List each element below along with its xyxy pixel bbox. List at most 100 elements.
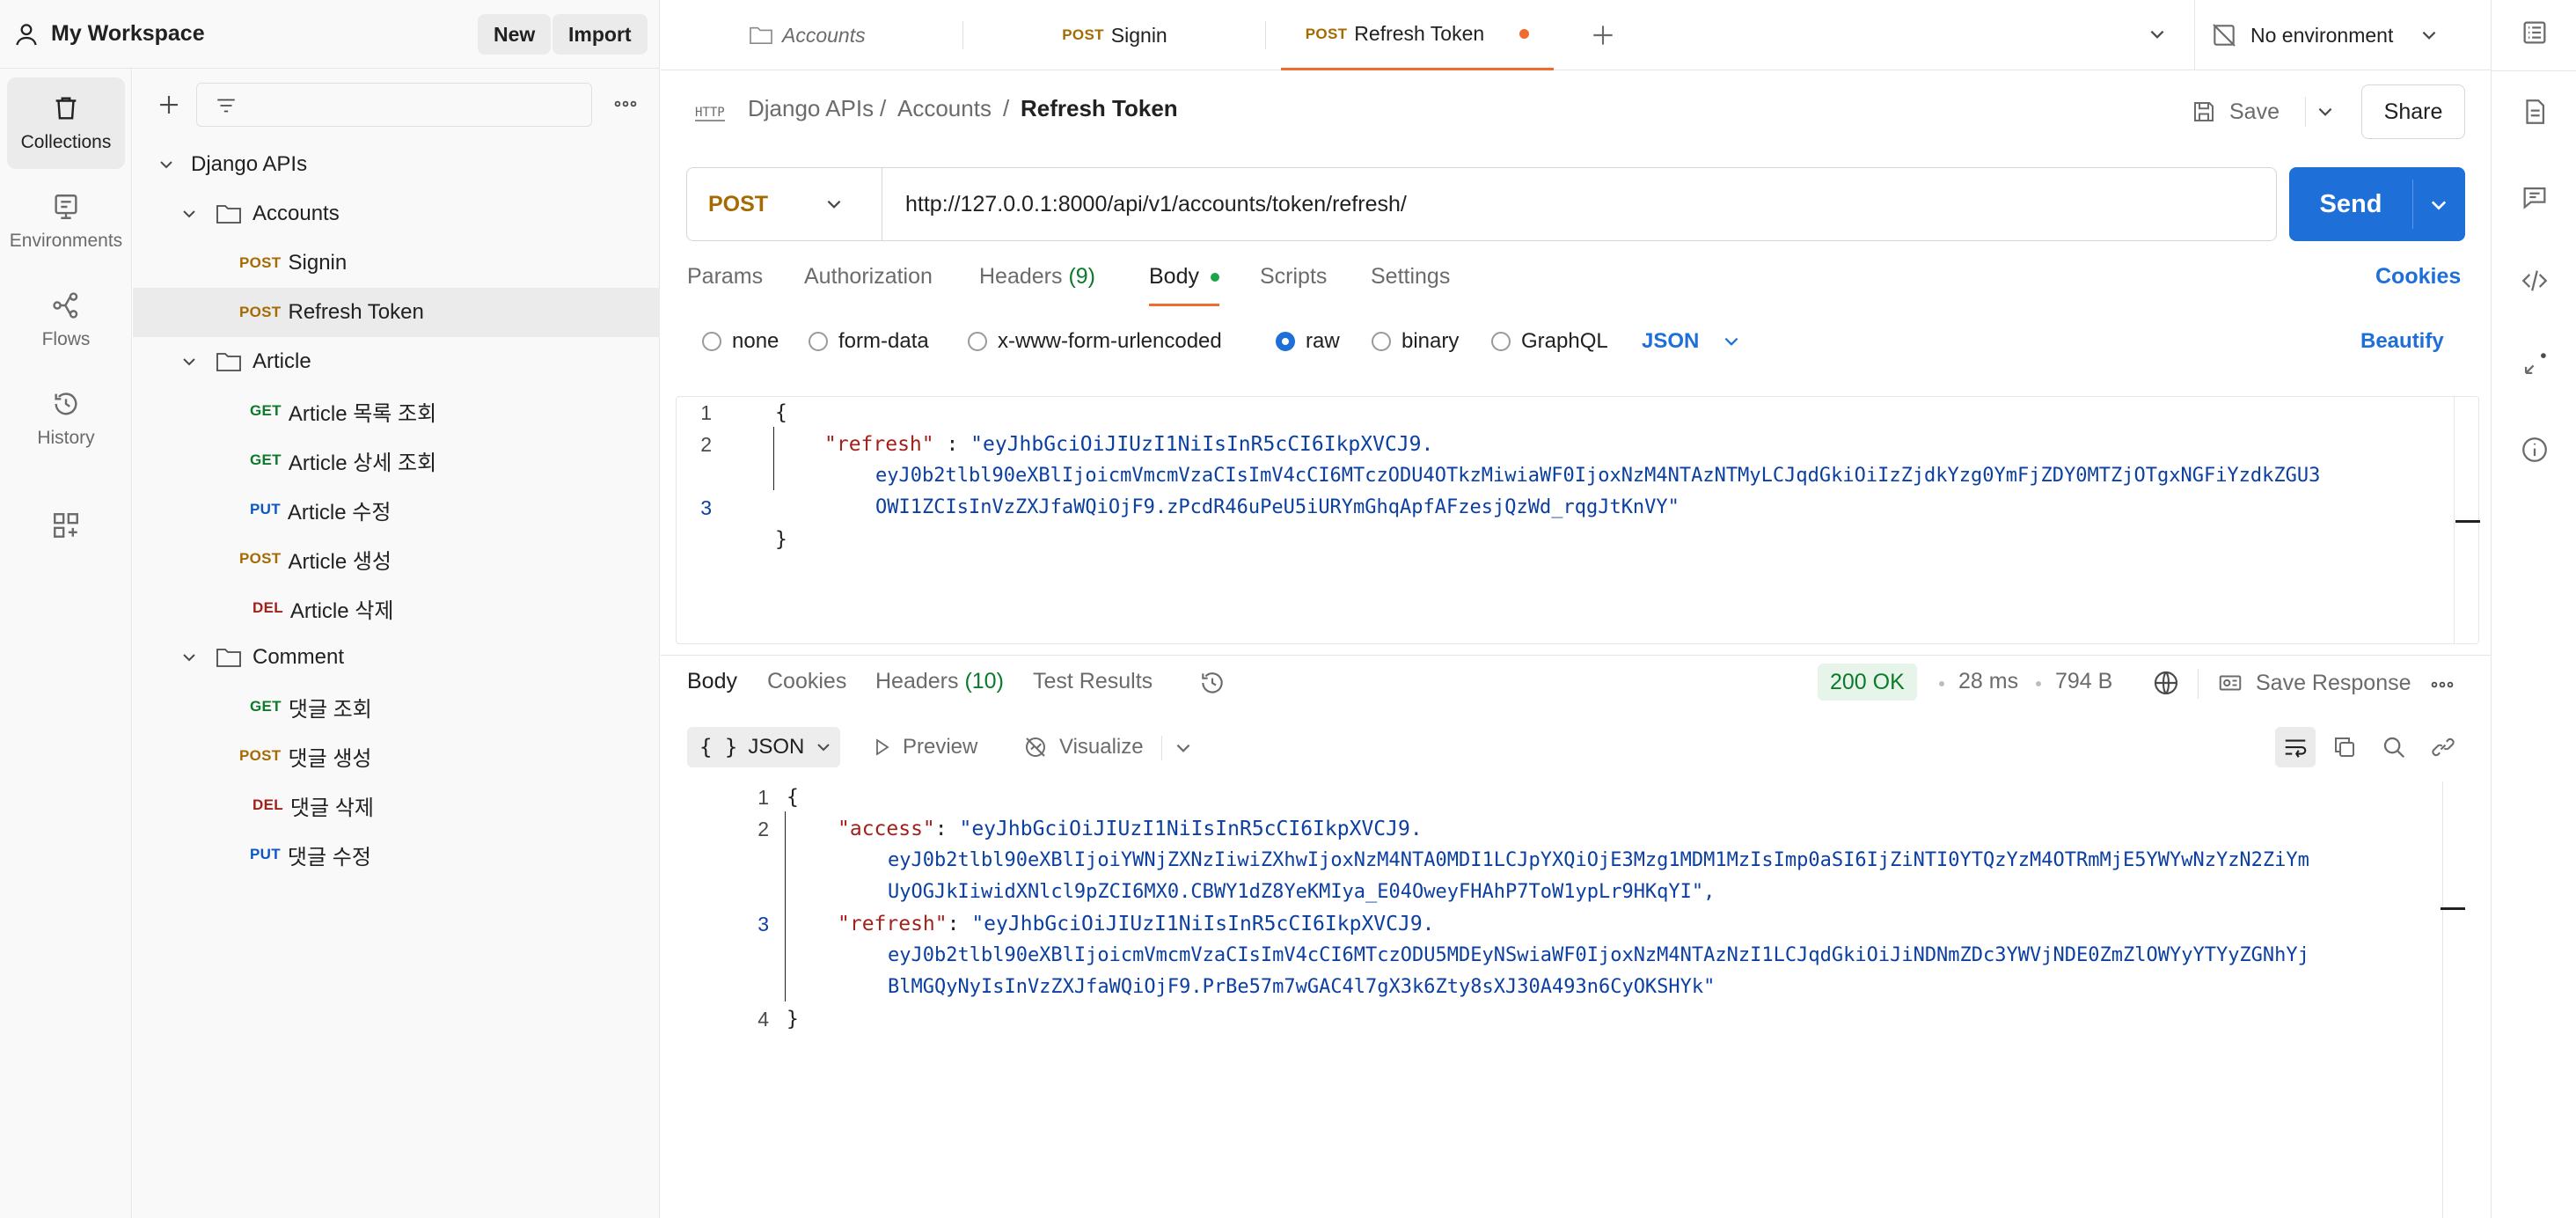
search-icon[interactable]: [2381, 734, 2407, 760]
status-badge[interactable]: 200 OK: [1818, 664, 1917, 701]
new-tab-icon[interactable]: [1589, 21, 1617, 49]
body-format-select[interactable]: JSON: [1642, 329, 1741, 354]
search-collections-input[interactable]: [196, 83, 592, 127]
tab-accounts[interactable]: Accounts: [749, 0, 960, 70]
method-select[interactable]: POST: [687, 168, 882, 240]
folder-name: Article: [252, 349, 311, 373]
response-history-icon[interactable]: [1198, 669, 1226, 697]
related-collections-icon[interactable]: [2520, 349, 2550, 379]
rail-flows-label: Flows: [41, 329, 91, 349]
workspace-title[interactable]: My Workspace: [51, 21, 205, 47]
response-format-select[interactable]: { } JSON: [687, 727, 840, 767]
response-body-viewer[interactable]: 1 2 3 4 { "access": "eyJhbGciOiJIUzI1NiI…: [676, 781, 2479, 1218]
environment-quick-look-icon[interactable]: [2520, 18, 2550, 48]
rail-collections[interactable]: Collections: [7, 77, 125, 169]
tab-signin[interactable]: POST Signin: [965, 0, 1264, 70]
request-comment-delete[interactable]: DEL 댓글 삭제: [133, 781, 660, 830]
tab-label: Refresh Token: [1354, 22, 1485, 45]
collection-django-apis[interactable]: Django APIs: [133, 140, 660, 189]
request-comment-create[interactable]: POST 댓글 생성: [133, 731, 660, 781]
response-tab-cookies[interactable]: Cookies: [767, 669, 846, 694]
import-button[interactable]: Import: [553, 14, 648, 55]
scrollbar-thumb[interactable]: [2455, 520, 2480, 523]
request-article-update[interactable]: PUT Article 수정: [133, 485, 660, 534]
documentation-icon[interactable]: [2520, 97, 2550, 127]
tab-params[interactable]: Params: [687, 264, 763, 306]
rail-environments[interactable]: Environments: [7, 176, 125, 268]
environment-selector[interactable]: No environment: [2210, 0, 2474, 70]
copy-icon[interactable]: [2331, 734, 2358, 760]
code-line-wrap: UyOGJkIiwidXNlcl9pZCI6MX0.CBWY1dZ8YeKMIy…: [888, 881, 1716, 903]
line-number: 3: [700, 496, 712, 519]
url-input[interactable]: http://127.0.0.1:8000/api/v1/accounts/to…: [905, 168, 1407, 240]
response-tab-body[interactable]: Body: [687, 669, 737, 694]
chevron-down-icon[interactable]: [2428, 194, 2449, 216]
rail-more-apps[interactable]: [7, 480, 125, 571]
user-icon: [12, 20, 40, 48]
radio-graphql[interactable]: GraphQL: [1491, 329, 1608, 354]
request-article-list[interactable]: GET Article 목록 조회: [133, 386, 660, 436]
request-body-editor[interactable]: 1 2 3 { "refresh" : "eyJhbGciOiJIUzI1NiI…: [676, 396, 2480, 644]
share-button[interactable]: Share: [2361, 84, 2465, 139]
send-button[interactable]: Send: [2289, 167, 2412, 241]
radio-circle-icon: [1491, 332, 1511, 351]
globe-icon[interactable]: [2152, 669, 2180, 697]
breadcrumb-collection[interactable]: Django APIs: [748, 95, 874, 122]
radio-raw[interactable]: raw: [1276, 329, 1340, 354]
folder-comment[interactable]: Comment: [133, 633, 660, 682]
tab-authorization[interactable]: Authorization: [804, 264, 933, 306]
more-options-icon[interactable]: [2428, 674, 2456, 695]
tab-settings[interactable]: Settings: [1371, 264, 1450, 306]
divider: [2194, 0, 2195, 70]
link-icon[interactable]: [2430, 734, 2456, 760]
response-tab-headers[interactable]: Headers (10): [875, 669, 1004, 694]
tab-body[interactable]: Body: [1149, 264, 1219, 306]
request-article-create[interactable]: POST Article 생성: [133, 534, 660, 583]
chevron-down-icon: [180, 649, 198, 666]
save-response-button[interactable]: Save Response: [2217, 665, 2411, 701]
breadcrumb-folder[interactable]: Accounts: [897, 95, 992, 122]
request-comment-list[interactable]: GET 댓글 조회: [133, 682, 660, 731]
request-comment-update[interactable]: PUT 댓글 수정: [133, 830, 660, 879]
radio-form-data[interactable]: form-data: [809, 329, 929, 354]
code-icon[interactable]: [2520, 266, 2550, 296]
tab-divider: [1265, 21, 1266, 49]
response-size[interactable]: 794 B: [2055, 669, 2112, 694]
radio-urlencoded[interactable]: x-www-form-urlencoded: [968, 329, 1222, 354]
tab-refresh-token[interactable]: POST Refresh Token: [1281, 0, 1554, 70]
more-options-icon[interactable]: [611, 93, 640, 114]
pane-divider[interactable]: [661, 655, 2491, 656]
request-signin[interactable]: POST Signin: [133, 238, 660, 288]
no-environment-icon: [2210, 21, 2238, 49]
new-button[interactable]: New: [478, 14, 552, 55]
response-tab-test-results[interactable]: Test Results: [1033, 669, 1153, 694]
preview-button[interactable]: Preview: [871, 727, 977, 767]
info-icon[interactable]: [2520, 435, 2550, 465]
tab-scripts[interactable]: Scripts: [1260, 264, 1327, 306]
request-refresh-token[interactable]: POST Refresh Token: [133, 288, 660, 337]
beautify-link[interactable]: Beautify: [2360, 329, 2444, 354]
breadcrumb-current[interactable]: Refresh Token: [1021, 95, 1178, 122]
braces-icon: { }: [699, 735, 738, 759]
request-article-delete[interactable]: DEL Article 삭제: [133, 583, 660, 633]
wrap-lines-button[interactable]: [2275, 727, 2316, 767]
visualize-button[interactable]: Visualize: [1022, 727, 1144, 767]
add-icon[interactable]: [156, 92, 182, 118]
comments-icon[interactable]: [2520, 182, 2550, 212]
chevron-down-icon[interactable]: [2148, 25, 2167, 44]
rail-history[interactable]: History: [7, 373, 125, 465]
folder-accounts[interactable]: Accounts: [133, 189, 660, 238]
radio-none[interactable]: none: [702, 329, 779, 354]
save-button[interactable]: Save: [2191, 84, 2280, 139]
tab-headers[interactable]: Headers (9): [979, 264, 1095, 306]
code-line: }: [775, 528, 787, 551]
response-time[interactable]: 28 ms: [1958, 669, 2018, 694]
rail-flows[interactable]: Flows: [7, 275, 125, 366]
scrollbar-thumb[interactable]: [2441, 907, 2465, 910]
chevron-down-icon[interactable]: [1174, 738, 1193, 758]
request-article-detail[interactable]: GET Article 상세 조회: [133, 436, 660, 485]
folder-article[interactable]: Article: [133, 337, 660, 386]
cookies-link[interactable]: Cookies: [2375, 264, 2461, 306]
radio-binary[interactable]: binary: [1372, 329, 1459, 354]
chevron-down-icon[interactable]: [2316, 102, 2335, 121]
